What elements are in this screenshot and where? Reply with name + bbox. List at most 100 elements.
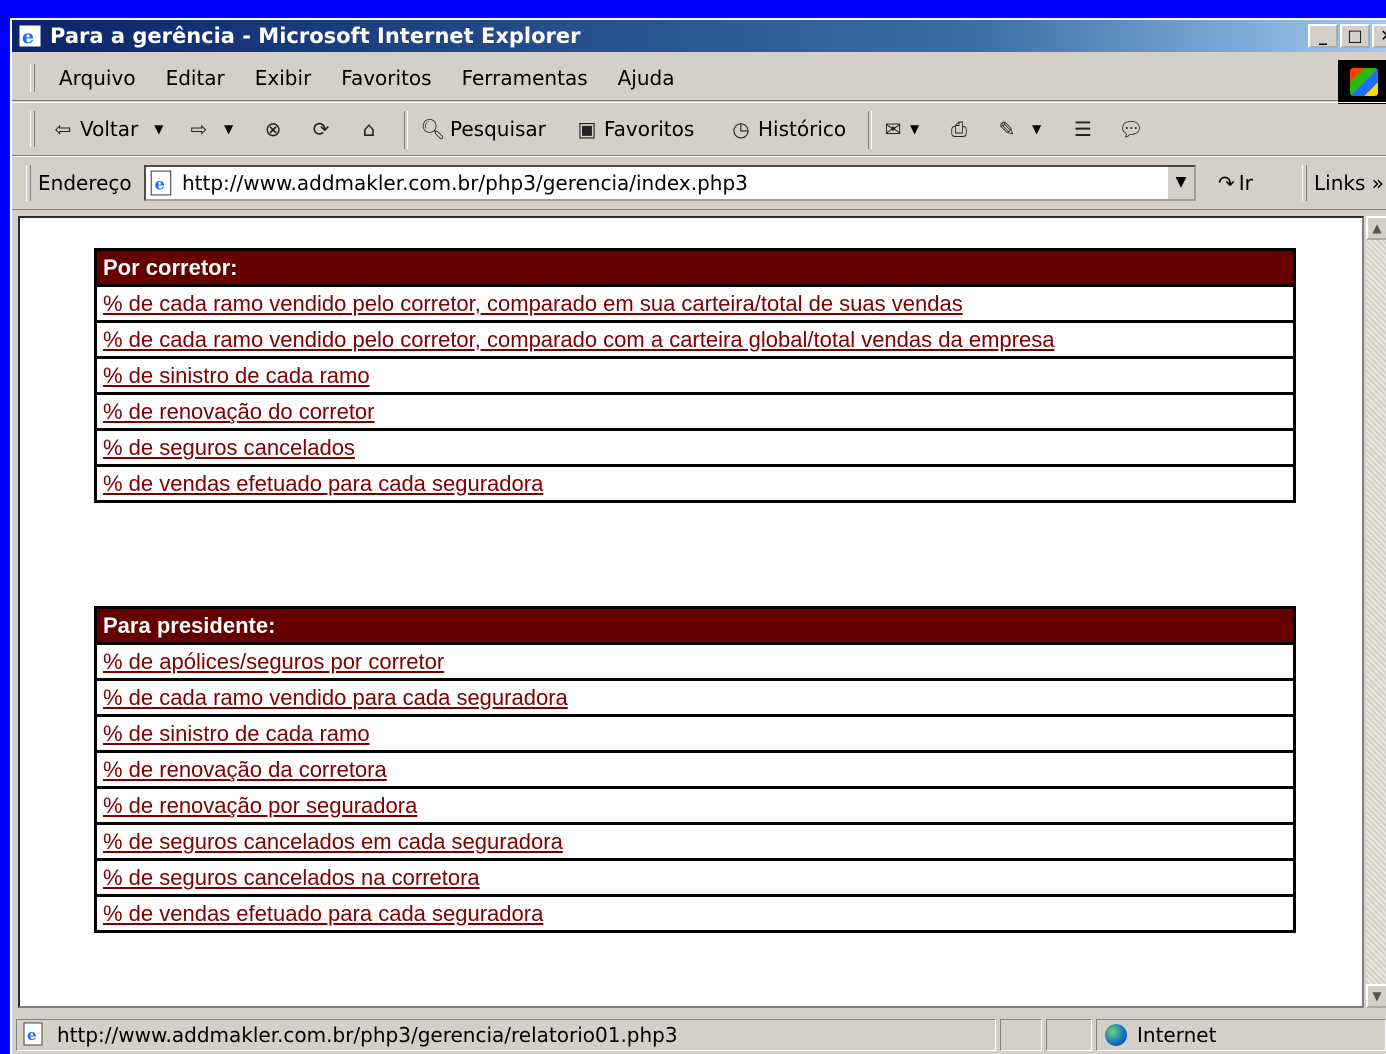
para-presidente-table: Para presidente: % de apólices/seguros p…	[94, 606, 1296, 933]
home-button[interactable]: ⌂	[356, 103, 382, 155]
print-icon: ⎙	[951, 117, 967, 141]
links-button[interactable]: Links »	[1314, 157, 1384, 209]
windows-logo-throbber	[1338, 60, 1386, 104]
address-grip[interactable]	[26, 165, 31, 201]
document-icon: ☰	[1074, 117, 1092, 141]
history-label: Histórico	[758, 117, 847, 141]
page-icon: e	[150, 170, 172, 196]
windows-flag-icon	[1350, 68, 1378, 96]
print-button[interactable]: ⎙	[946, 103, 972, 155]
refresh-button[interactable]: ⟳	[308, 103, 334, 155]
report-link[interactable]: % de cada ramo vendido pelo corretor, co…	[103, 327, 1054, 352]
globe-icon	[1105, 1024, 1127, 1046]
address-input[interactable]: e http://www.addmakler.com.br/php3/geren…	[144, 165, 1196, 201]
back-label: Voltar	[80, 117, 139, 141]
status-text: e http://www.addmakler.com.br/php3/geren…	[16, 1019, 996, 1051]
chat-bubble-icon: 💬︎	[1118, 117, 1144, 141]
back-arrow-icon: ⇦	[54, 117, 72, 141]
mail-dropdown-icon[interactable]: ▼	[910, 103, 919, 155]
edit-button[interactable]: ✎ ▼	[994, 103, 1042, 155]
address-bar: Endereço e http://www.addmakler.com.br/p…	[12, 156, 1386, 210]
report-link[interactable]: % de vendas efetuado para cada segurador…	[103, 901, 543, 926]
go-arrow-icon: ↷	[1218, 171, 1235, 195]
back-button[interactable]: ⇦ Voltar ▼	[50, 103, 164, 155]
report-link[interactable]: % de cada ramo vendido pelo corretor, co…	[103, 291, 963, 316]
favorites-button[interactable]: ▣ Favoritos	[574, 103, 695, 155]
discuss-button[interactable]: ☰	[1070, 103, 1096, 155]
status-panel	[1000, 1019, 1042, 1051]
scroll-up-button[interactable]: ▲	[1366, 216, 1386, 240]
mail-button[interactable]: ✉ ▼	[880, 103, 920, 155]
back-dropdown-icon[interactable]: ▼	[154, 103, 163, 155]
address-url: http://www.addmakler.com.br/php3/gerenci…	[182, 171, 748, 195]
report-link[interactable]: % de seguros cancelados na corretora	[103, 865, 480, 890]
refresh-icon: ⟳	[312, 117, 330, 141]
report-link[interactable]: % de sinistro de cada ramo	[103, 363, 370, 388]
standard-toolbar: ⇦ Voltar ▼ ⇨ ▼ ⊗ ⟳ ⌂ 🔍︎ Pesquisar ▣ Favo…	[12, 102, 1386, 156]
browser-window: e Para a gerência - Microsoft Internet E…	[10, 18, 1386, 1054]
window-title: Para a gerência - Microsoft Internet Exp…	[50, 24, 581, 48]
report-link[interactable]: % de sinistro de cada ramo	[103, 721, 370, 746]
menu-ferramentas[interactable]: Ferramentas	[447, 56, 603, 100]
address-label: Endereço	[38, 171, 132, 195]
title-bar: e Para a gerência - Microsoft Internet E…	[12, 20, 1386, 52]
search-label: Pesquisar	[450, 117, 546, 141]
go-button[interactable]: ↷ Ir	[1218, 157, 1253, 209]
menu-favoritos[interactable]: Favoritos	[326, 56, 446, 100]
report-link[interactable]: % de vendas efetuado para cada segurador…	[103, 471, 543, 496]
home-icon: ⌂	[362, 117, 376, 141]
page-content: Por corretor: % de cada ramo vendido pel…	[18, 216, 1364, 1008]
security-zone: Internet	[1096, 1019, 1386, 1051]
forward-arrow-icon: ⇨	[190, 117, 208, 141]
stop-icon: ⊗	[264, 117, 282, 141]
favorites-label: Favoritos	[604, 117, 695, 141]
page-icon: e	[23, 1022, 43, 1046]
report-link[interactable]: % de seguros cancelados em cada segurado…	[103, 829, 563, 854]
status-url: http://www.addmakler.com.br/php3/gerenci…	[57, 1023, 678, 1047]
search-button[interactable]: 🔍︎ Pesquisar	[420, 103, 546, 155]
links-grip[interactable]	[1302, 165, 1307, 201]
report-link[interactable]: % de renovação por seguradora	[103, 793, 417, 818]
svg-text:e: e	[27, 1026, 37, 1044]
forward-dropdown-icon[interactable]: ▼	[224, 103, 233, 155]
stop-button[interactable]: ⊗	[260, 103, 286, 155]
edit-dropdown-icon[interactable]: ▼	[1032, 103, 1041, 155]
history-icon: ◷	[732, 117, 750, 141]
menu-bar: Arquivo Editar Exibir Favoritos Ferramen…	[12, 56, 1386, 101]
report-link[interactable]: % de renovação do corretor	[103, 399, 375, 424]
forward-button[interactable]: ⇨ ▼	[186, 103, 234, 155]
links-label: Links	[1314, 171, 1366, 195]
address-dropdown-icon[interactable]: ▼	[1166, 167, 1194, 199]
close-button[interactable]: ✕	[1372, 24, 1386, 48]
menu-ajuda[interactable]: Ajuda	[603, 56, 690, 100]
menu-editar[interactable]: Editar	[151, 56, 240, 100]
scroll-down-button[interactable]: ▼	[1366, 984, 1386, 1008]
toolbar-grip[interactable]	[30, 111, 35, 147]
status-panel	[1046, 1019, 1092, 1051]
section-header: Por corretor:	[94, 248, 1296, 287]
menu-exibir[interactable]: Exibir	[240, 56, 327, 100]
toolbar-separator	[404, 111, 408, 149]
vertical-scrollbar[interactable]: ▲ ▼	[1366, 216, 1386, 1008]
section-header: Para presidente:	[94, 606, 1296, 645]
status-bar: e http://www.addmakler.com.br/php3/geren…	[12, 1016, 1386, 1054]
menu-grip[interactable]	[30, 64, 35, 92]
go-label: Ir	[1238, 171, 1253, 195]
maximize-button[interactable]: □	[1340, 24, 1370, 48]
menu-arquivo[interactable]: Arquivo	[44, 56, 151, 100]
history-button[interactable]: ◷ Histórico	[728, 103, 846, 155]
report-link[interactable]: % de seguros cancelados	[103, 435, 355, 460]
report-link[interactable]: % de cada ramo vendido para cada segurad…	[103, 685, 568, 710]
svg-text:e: e	[155, 175, 165, 194]
minimize-button[interactable]: _	[1308, 24, 1338, 48]
favorites-icon: ▣	[577, 117, 597, 141]
por-corretor-table: Por corretor: % de cada ramo vendido pel…	[94, 248, 1296, 503]
edit-icon: ✎	[998, 117, 1016, 141]
svg-text:e: e	[22, 26, 34, 48]
messenger-button[interactable]: 💬︎	[1118, 103, 1144, 155]
ie-logo-icon: e	[18, 24, 42, 48]
mail-icon: ✉	[884, 117, 902, 141]
report-link[interactable]: % de renovação da corretora	[103, 757, 387, 782]
search-icon: 🔍︎	[420, 117, 446, 141]
report-link[interactable]: % de apólices/seguros por corretor	[103, 649, 444, 674]
